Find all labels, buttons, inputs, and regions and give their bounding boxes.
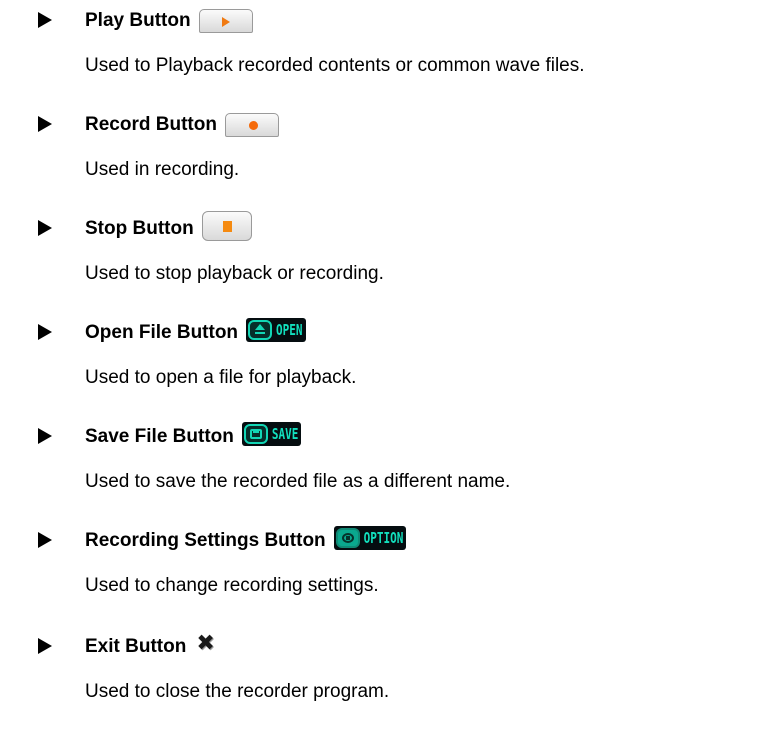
entry-heading: Save File Button — [85, 426, 234, 447]
record-glyph — [248, 121, 258, 130]
bullet-arrow-icon — [38, 428, 52, 444]
record-icon — [224, 113, 279, 137]
bullet-arrow-icon — [38, 638, 52, 654]
heading-row: Stop Button — [85, 211, 252, 246]
entry-description: Used to Playback recorded contents or co… — [85, 55, 585, 76]
heading-row: Recording Settings Button OPTION — [85, 524, 407, 558]
stop-button-entry: Stop Button Used to stop playback or rec… — [0, 211, 781, 312]
bullet-arrow-icon — [38, 324, 52, 340]
entry-heading: Recording Settings Button — [85, 530, 326, 551]
icon-label: OPTION — [363, 529, 404, 547]
close-icon: ✖ — [196, 630, 215, 655]
icon-label: SAVE — [271, 425, 299, 443]
record-button-entry: Record Button Used in recording. — [0, 108, 781, 208]
entry-description: Used to close the recorder program. — [85, 681, 390, 702]
settings-icon — [335, 528, 360, 548]
recording-settings-button-entry: Recording Settings Button OPTION Used to… — [0, 524, 781, 624]
eject-icon — [248, 320, 273, 340]
entry-heading: Exit Button — [85, 636, 187, 657]
entry-heading: Record Button — [85, 114, 217, 135]
heading-row: Exit Button ✖ — [85, 630, 215, 664]
stop-icon — [201, 211, 252, 241]
recording-settings-icon: OPTION — [333, 526, 407, 550]
exit-button-entry: Exit Button ✖ Used to close the recorder… — [0, 630, 781, 730]
icon-label: OPEN — [276, 321, 303, 339]
entry-description: Used to stop playback or recording. — [85, 263, 384, 284]
heading-row: Open File Button OPEN — [85, 316, 306, 350]
entry-heading: Play Button — [85, 10, 191, 31]
entry-description: Used in recording. — [85, 159, 240, 180]
document-page: Play Button Used to Playback recorded co… — [0, 0, 781, 751]
bullet-arrow-icon — [38, 220, 52, 236]
entry-heading: Stop Button — [85, 218, 194, 239]
heading-row: Save File Button SAVE — [85, 420, 302, 454]
open-file-button-entry: Open File Button OPEN Used to open a fil… — [0, 316, 781, 416]
entry-heading: Open File Button — [85, 322, 239, 343]
bullet-arrow-icon — [38, 116, 52, 132]
play-button-entry: Play Button Used to Playback recorded co… — [0, 4, 781, 104]
stop-glyph — [222, 221, 232, 232]
bullet-arrow-icon — [38, 532, 52, 548]
save-file-icon: SAVE — [241, 422, 302, 446]
entry-description: Used to save the recorded file as a diff… — [85, 471, 511, 492]
heading-row: Play Button — [85, 4, 253, 38]
heading-row: Record Button — [85, 108, 279, 142]
open-file-icon: OPEN — [246, 318, 306, 342]
save-file-button-entry: Save File Button SAVE Used to save the r… — [0, 420, 781, 520]
entry-description: Used to change recording settings. — [85, 575, 379, 596]
save-icon — [243, 424, 268, 444]
play-icon — [198, 9, 253, 33]
entry-description: Used to open a file for playback. — [85, 367, 357, 388]
bullet-arrow-icon — [38, 12, 52, 28]
play-glyph — [221, 17, 230, 27]
